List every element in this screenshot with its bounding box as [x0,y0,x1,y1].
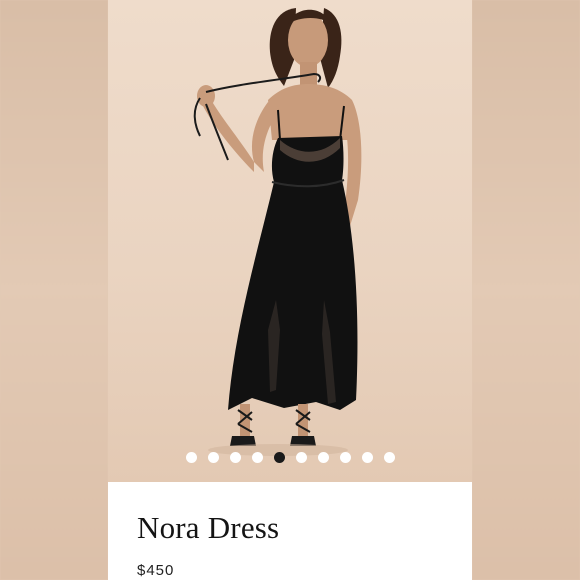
carousel-dots [108,452,472,464]
product-card: Nora Dress $450 [108,0,472,580]
product-photo[interactable] [108,0,472,482]
carousel-dot-8[interactable] [339,452,351,463]
product-name: Nora Dress [137,510,280,545]
blurred-backdrop-right [472,0,580,580]
product-info: Nora Dress $450 [108,482,472,580]
carousel-dot-5[interactable] [273,452,285,463]
product-price: $450 [137,562,175,579]
carousel-dot-10[interactable] [383,452,395,463]
carousel-dot-4[interactable] [251,452,263,463]
blurred-backdrop-left [0,0,108,580]
carousel-dot-9[interactable] [361,452,373,463]
carousel-dot-6[interactable] [295,452,307,463]
carousel-dot-7[interactable] [317,452,329,463]
carousel-dot-3[interactable] [229,452,241,463]
carousel-dot-1[interactable] [185,452,197,463]
carousel-dot-2[interactable] [207,452,219,463]
model-illustration [193,8,362,456]
